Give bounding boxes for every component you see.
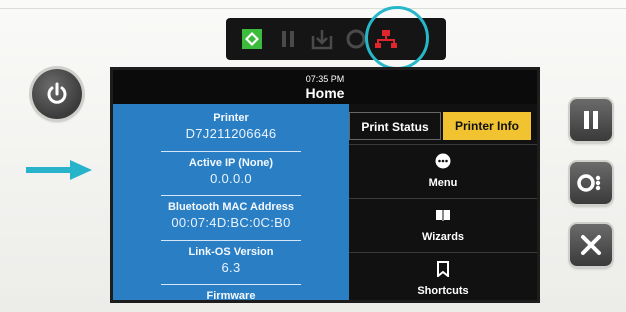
menu-dots-icon xyxy=(435,153,451,169)
pointer-arrow-shaft xyxy=(26,167,72,173)
shortcuts-label: Shortcuts xyxy=(417,285,469,297)
info-value: D7J211206646 xyxy=(185,126,277,141)
highlight-circle xyxy=(365,6,429,70)
bookmark-icon xyxy=(437,261,449,277)
pointer-arrow-head xyxy=(70,160,92,180)
bezel-top-edge xyxy=(0,8,626,9)
info-active-ip: Active IP (None) 0.0.0.0 xyxy=(113,157,349,186)
info-link-os-version: Link-OS Version 6.3 xyxy=(113,246,349,275)
info-printer: Printer D7J211206646 xyxy=(113,112,349,141)
menu-button[interactable]: Menu xyxy=(349,144,537,198)
shortcuts-button[interactable]: Shortcuts xyxy=(349,252,537,300)
info-divider xyxy=(161,151,301,152)
info-bluetooth-mac: Bluetooth MAC Address 00:07:4D:BC:0C:B0 xyxy=(113,201,349,230)
info-label: Bluetooth MAC Address xyxy=(167,201,295,213)
pause-icon xyxy=(282,31,294,47)
info-divider xyxy=(161,284,301,285)
wizards-label: Wizards xyxy=(421,231,465,243)
info-label: Printer xyxy=(213,112,249,124)
touch-screen: 07:35 PM Home Printer D7J211206646 Activ… xyxy=(110,67,540,303)
status-icon xyxy=(242,29,262,49)
info-divider xyxy=(161,240,301,241)
close-icon xyxy=(581,235,601,255)
screen-title: Home xyxy=(305,85,345,101)
book-icon xyxy=(436,210,450,221)
tab-printer-info[interactable]: Printer Info xyxy=(443,112,531,140)
clock-time: 07:35 PM xyxy=(305,74,345,84)
info-divider xyxy=(161,195,301,196)
info-value: 00:07:4D:BC:0C:B0 xyxy=(171,215,291,230)
pause-icon xyxy=(584,111,598,129)
pause-button[interactable] xyxy=(570,99,612,141)
menu-label: Menu xyxy=(428,177,458,189)
info-value: 6.3 xyxy=(221,260,241,275)
info-firmware: Firmware xyxy=(113,290,349,302)
data-icon xyxy=(311,30,333,50)
info-value: 0.0.0.0 xyxy=(210,171,252,186)
printer-info-panel: Printer D7J211206646 Active IP (None) 0.… xyxy=(113,104,349,302)
power-icon xyxy=(47,82,67,104)
nav-panel: Print Status Printer Info Menu Wizards S… xyxy=(349,104,537,300)
cancel-button[interactable] xyxy=(570,224,612,266)
screen-header: 07:35 PM Home xyxy=(113,70,537,104)
power-button[interactable] xyxy=(32,69,82,119)
feed-button[interactable] xyxy=(570,162,612,204)
info-label: Firmware xyxy=(206,290,256,302)
wizards-button[interactable]: Wizards xyxy=(349,198,537,252)
tab-print-status[interactable]: Print Status xyxy=(349,112,441,140)
info-label: Active IP (None) xyxy=(188,157,274,169)
feed-icon xyxy=(577,174,601,192)
info-label: Link-OS Version xyxy=(188,246,274,258)
